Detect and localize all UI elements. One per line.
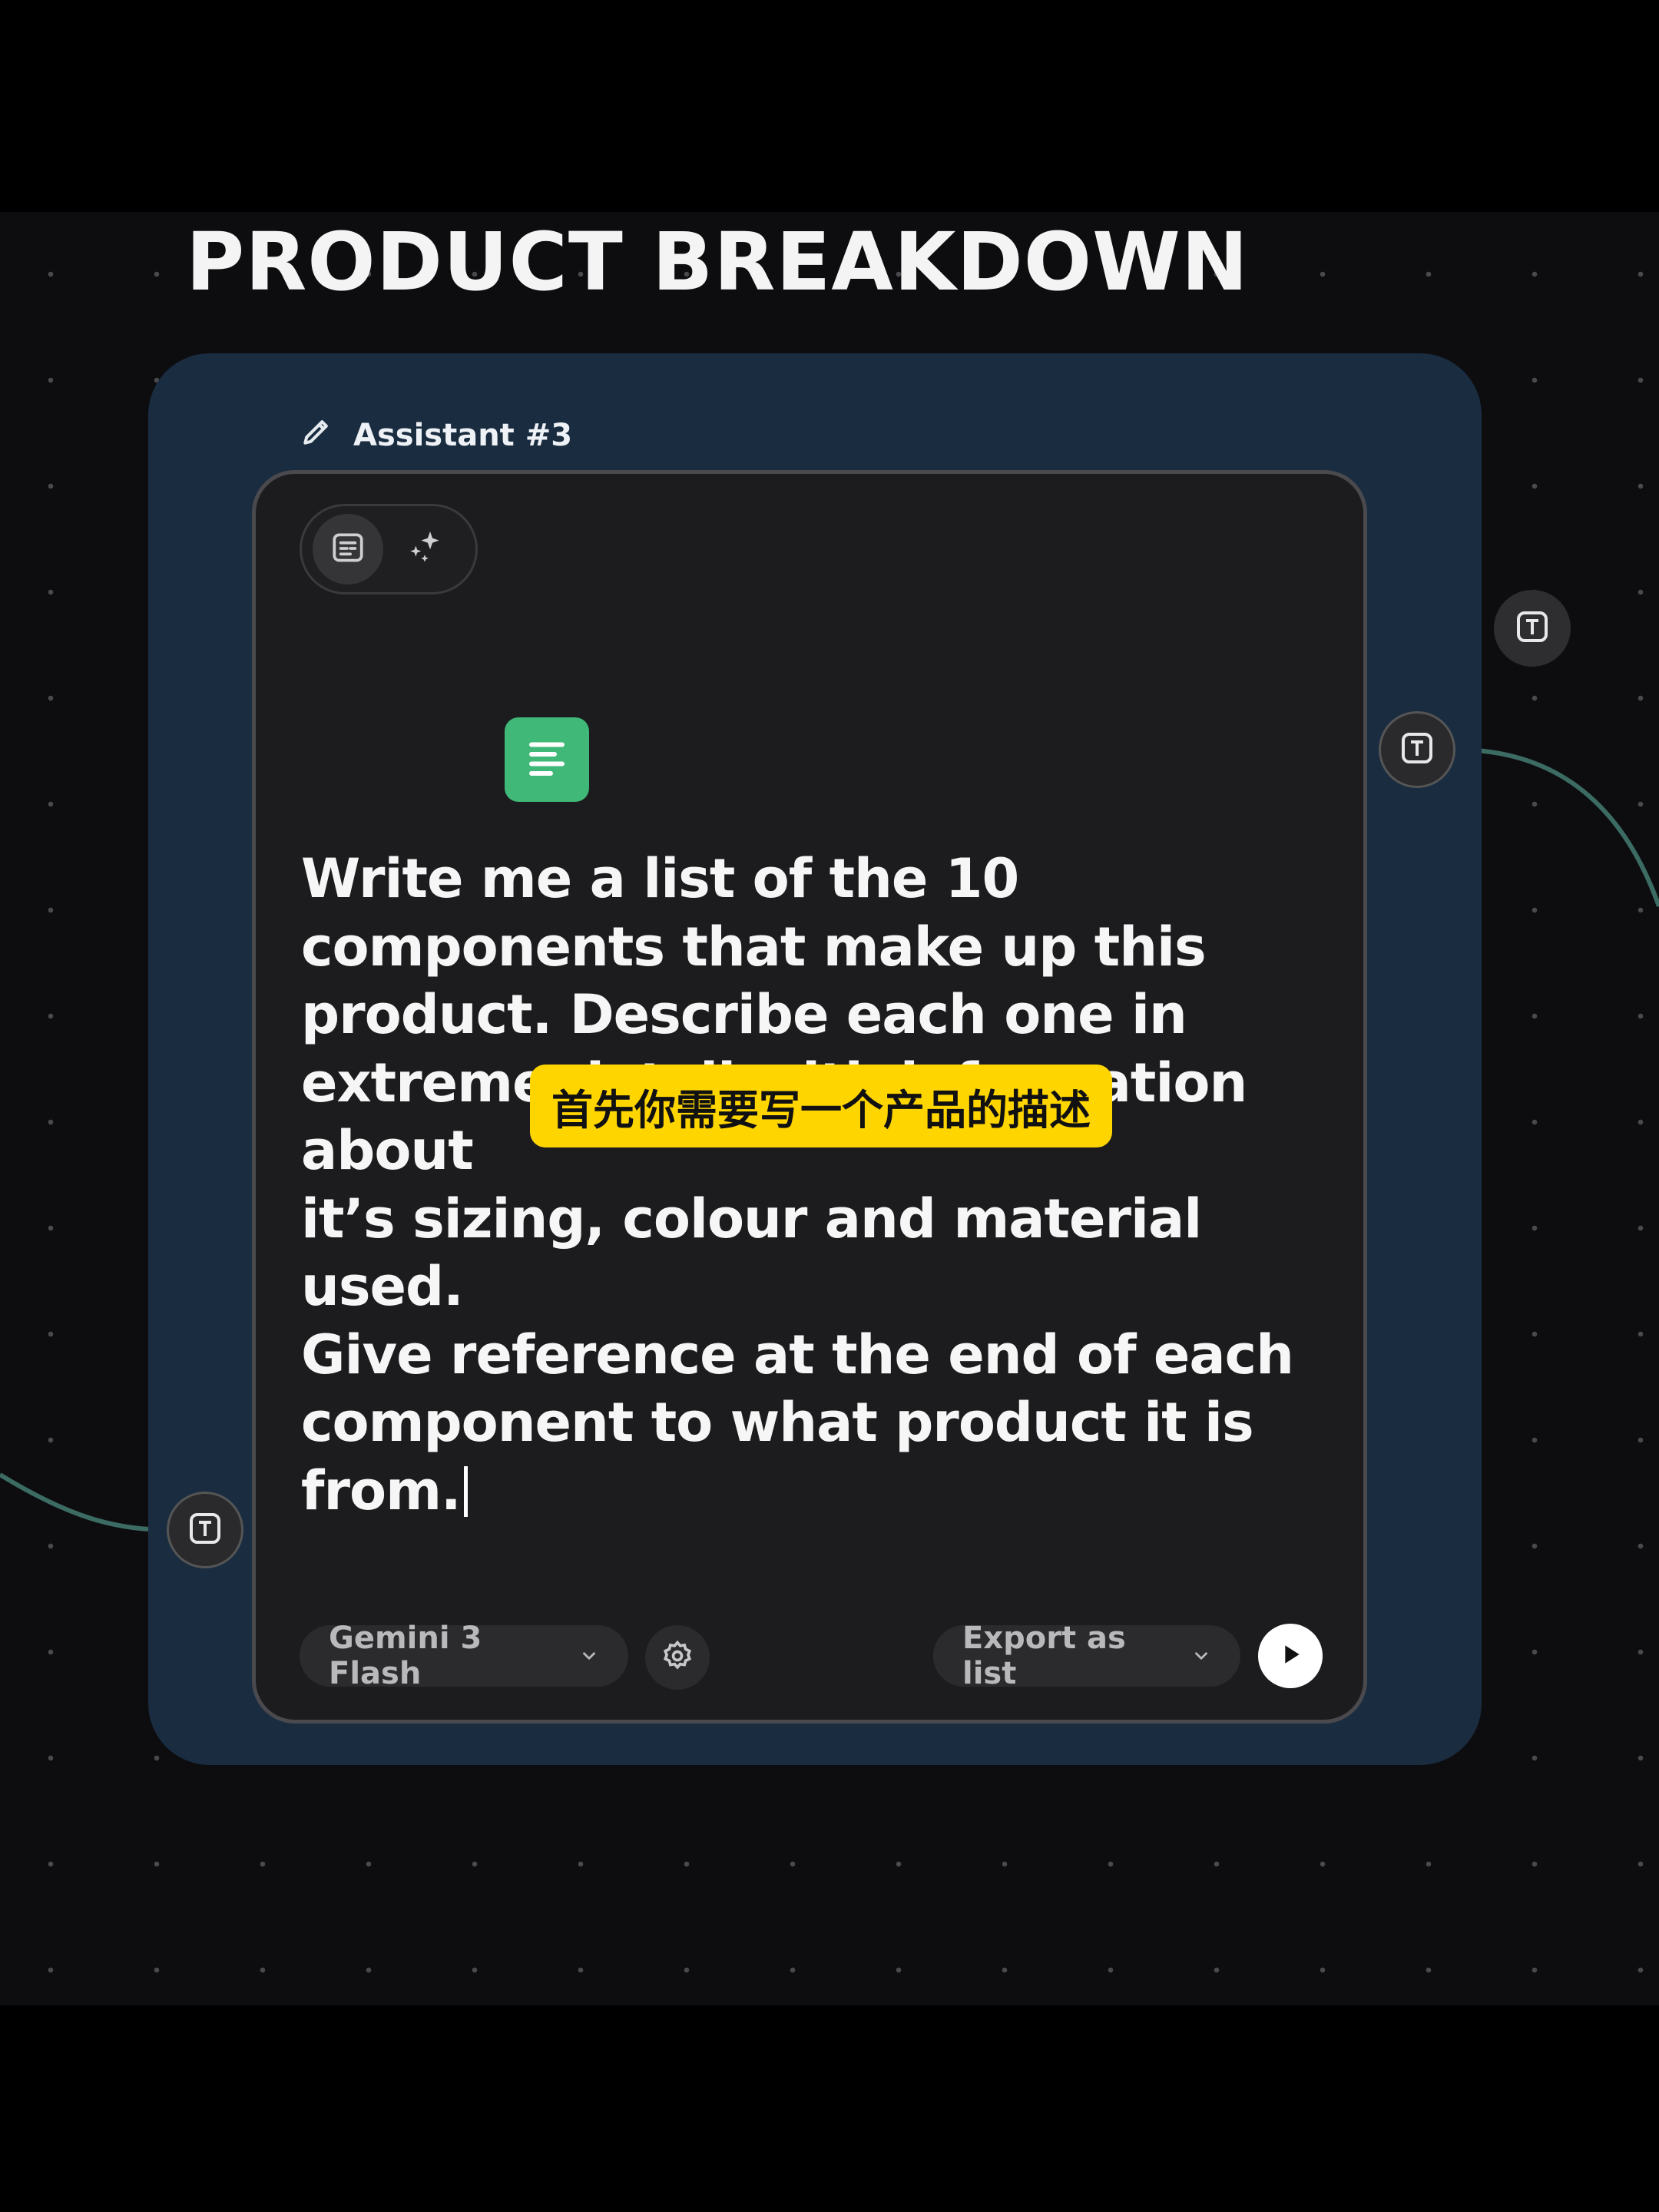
export-select-label: Export as list — [962, 1621, 1126, 1691]
subtitle-caption: 首先你需要写一个产品的描述 — [530, 1065, 1112, 1147]
sparkle-icon — [403, 526, 446, 572]
node-label[interactable]: Assistant #3 — [300, 415, 572, 456]
text-port-icon — [1399, 730, 1435, 770]
text-output-port-top[interactable] — [1494, 590, 1571, 667]
chevron-down-icon — [579, 1638, 599, 1674]
settings-button[interactable] — [645, 1625, 710, 1690]
play-icon — [1275, 1639, 1306, 1673]
model-select[interactable]: Gemini 3 Flash — [300, 1621, 628, 1691]
run-button[interactable] — [1258, 1624, 1323, 1688]
text-output-port[interactable] — [1379, 711, 1455, 788]
canvas-title: PRODUCT BREAKDOWN — [186, 215, 1249, 309]
align-left-icon — [524, 735, 570, 784]
prompt-textarea[interactable]: Write me a list of the 10 components tha… — [301, 845, 1323, 1525]
mode-toggle — [300, 504, 478, 594]
export-format-select[interactable]: Export as list — [933, 1621, 1240, 1691]
text-port-icon — [1514, 608, 1551, 648]
text-caret — [463, 1465, 468, 1517]
gear-icon — [661, 1639, 694, 1676]
document-mode-button[interactable] — [310, 506, 386, 592]
ai-mode-button[interactable] — [386, 506, 463, 592]
model-select-label: Gemini 3 Flash — [329, 1621, 482, 1691]
prompt-text[interactable]: Write me a list of the 10 components tha… — [301, 847, 1294, 1522]
pencil-icon[interactable] — [300, 415, 333, 456]
text-input-port[interactable] — [167, 1492, 243, 1568]
node-name[interactable]: Assistant #3 — [353, 418, 572, 453]
chevron-down-icon — [1191, 1638, 1211, 1674]
text-port-icon — [187, 1510, 224, 1550]
document-icon — [329, 528, 367, 570]
text-format-button[interactable] — [505, 717, 589, 802]
